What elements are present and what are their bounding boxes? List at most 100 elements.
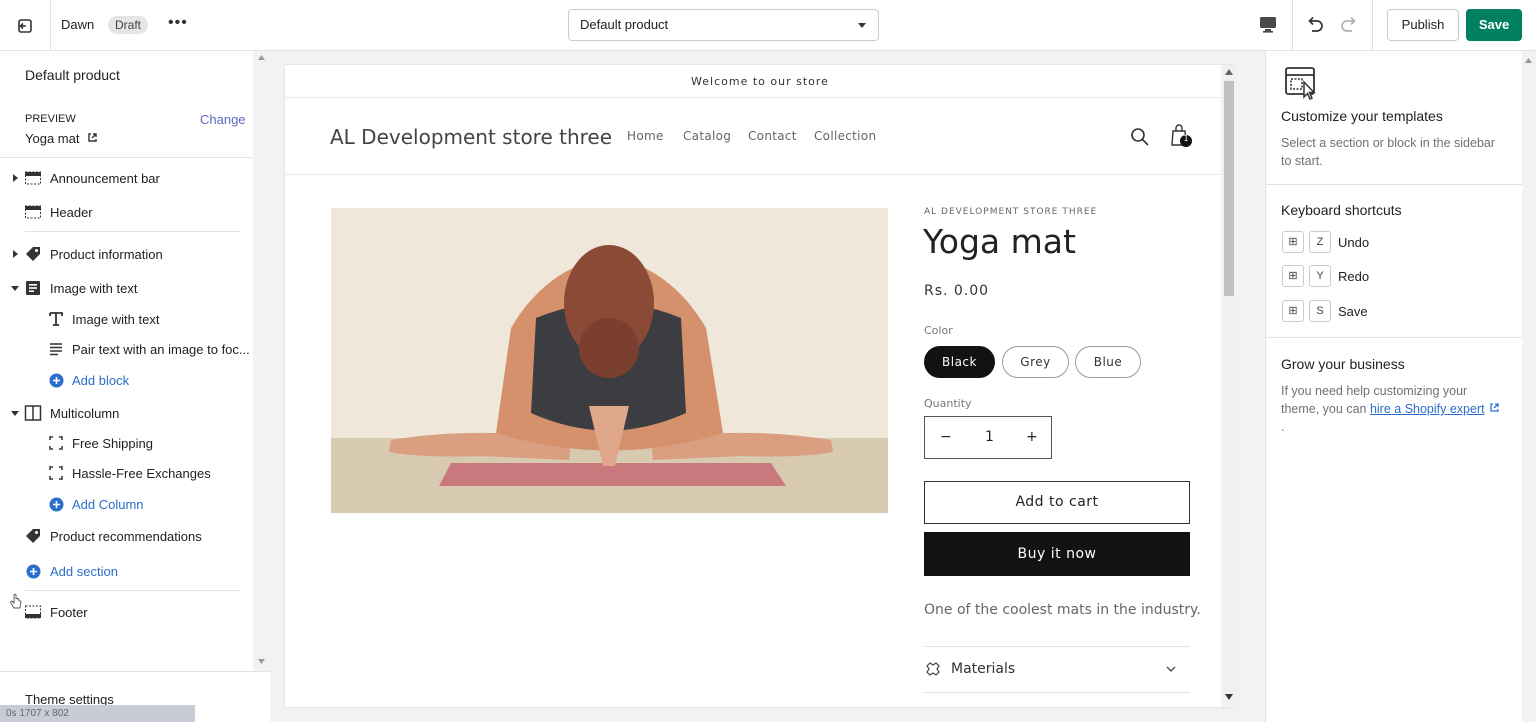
columns-icon (24, 405, 42, 421)
nav-link-contact[interactable]: Contact (748, 129, 797, 143)
redo-icon[interactable] (1338, 13, 1360, 35)
tag-icon (24, 528, 42, 544)
hire-expert-link[interactable]: hire a Shopify expert (1370, 402, 1485, 416)
block-text[interactable]: Pair text with an image to foc... (0, 336, 252, 362)
divider (1372, 0, 1373, 51)
color-option-grey[interactable]: Grey (1002, 346, 1069, 378)
grow-title: Grow your business (1281, 356, 1405, 372)
add-block-label: Add block (72, 372, 130, 388)
scroll-up-icon[interactable] (1225, 69, 1233, 75)
plus-circle-icon (24, 563, 42, 579)
materials-accordion[interactable]: Materials (924, 659, 1190, 681)
announcement-bar[interactable]: Welcome to our store (285, 65, 1235, 98)
status-badge: Draft (108, 16, 149, 34)
product-image[interactable] (331, 208, 888, 513)
section-label: Header (50, 204, 93, 220)
ctrl-key-icon: ⊞ (1282, 300, 1304, 322)
cart-button[interactable]: 1 (1169, 123, 1195, 149)
preview-product[interactable]: Yoga mat (25, 131, 98, 146)
quantity-decrease-button[interactable]: − (940, 429, 952, 445)
exit-icon (18, 18, 32, 33)
color-option-black[interactable]: Black (924, 346, 995, 378)
scroll-up-icon[interactable] (258, 55, 265, 60)
store-logo-text[interactable]: AL Development store three (330, 125, 612, 149)
chevron-down-icon (1166, 666, 1176, 672)
template-select-value: Default product (580, 17, 669, 32)
section-header[interactable]: Header (0, 199, 252, 225)
nav-link-home[interactable]: Home (627, 129, 664, 143)
scroll-down-icon[interactable] (1225, 694, 1233, 700)
key-z: Z (1309, 231, 1331, 253)
theme-name: Dawn (61, 17, 95, 32)
block-column[interactable]: Hassle-Free Exchanges (0, 460, 252, 486)
more-actions-button[interactable]: ••• (168, 14, 188, 32)
add-block-button[interactable]: Add block (0, 367, 252, 393)
product-description: One of the coolest mats in the industry. (924, 602, 1201, 618)
nav-link-catalog[interactable]: Catalog (683, 129, 731, 143)
color-option-blue[interactable]: Blue (1075, 346, 1141, 378)
add-section-button[interactable]: Add section (0, 558, 252, 584)
customize-title: Customize your templates (1281, 108, 1443, 124)
shopping-bag-icon (1171, 124, 1192, 147)
section-product-information[interactable]: Product information (0, 241, 252, 267)
collapse-arrow-icon[interactable] (11, 285, 19, 291)
expand-arrow-icon[interactable] (13, 250, 18, 258)
block-column[interactable]: Free Shipping (0, 430, 252, 456)
sidebar-scrollbar[interactable] (253, 51, 270, 671)
color-label: Color (924, 324, 953, 337)
preview-scrollbar[interactable] (1221, 65, 1237, 707)
external-link-icon (1489, 403, 1499, 412)
buy-now-button[interactable]: Buy it now (924, 532, 1190, 576)
preview-product-name: Yoga mat (25, 131, 80, 146)
add-to-cart-button[interactable]: Add to cart (924, 481, 1190, 524)
section-label: Product recommendations (50, 528, 202, 544)
product-vendor: AL DEVELOPMENT STORE THREE (924, 207, 1098, 217)
top-bar: Dawn Draft ••• Default product Publish S… (0, 0, 1536, 51)
desktop-icon[interactable] (1257, 13, 1279, 35)
recorder-overlay-text: 0s 1707 x 802 (6, 708, 69, 719)
key-s: S (1309, 300, 1331, 322)
section-image-with-text[interactable]: Image with text (0, 275, 252, 301)
section-multicolumn[interactable]: Multicolumn (0, 400, 252, 426)
section-product-recommendations[interactable]: Product recommendations (0, 523, 252, 549)
shortcut-save-label: Save (1338, 304, 1368, 319)
divider (1292, 0, 1293, 51)
quantity-input[interactable]: 1 (985, 429, 994, 445)
section-footer[interactable]: Footer (0, 599, 252, 625)
divider (25, 590, 240, 591)
storefront-preview[interactable]: Welcome to our store AL Development stor… (285, 65, 1235, 707)
expand-arrow-icon[interactable] (13, 174, 18, 182)
announcement-bar-icon (24, 170, 42, 186)
add-section-label: Add section (50, 563, 118, 579)
publish-button[interactable]: Publish (1387, 9, 1459, 41)
sidebar-title: Default product (25, 67, 120, 83)
block-heading[interactable]: Image with text (0, 306, 252, 332)
collapse-arrow-icon[interactable] (11, 410, 19, 416)
change-preview-link[interactable]: Change (200, 112, 246, 127)
scrollbar-thumb[interactable] (1224, 81, 1234, 296)
block-frame-icon (47, 465, 65, 481)
section-announcement-bar[interactable]: Announcement bar (0, 165, 252, 191)
save-button[interactable]: Save (1466, 9, 1522, 41)
scroll-down-icon[interactable] (258, 659, 265, 664)
quantity-increase-button[interactable]: + (1026, 429, 1038, 445)
section-label: Product information (50, 246, 163, 262)
grow-text-after: . (1281, 420, 1285, 434)
sections-sidebar: Default product PREVIEW Change Yoga mat … (0, 51, 270, 722)
exit-button[interactable] (0, 0, 51, 51)
search-icon[interactable] (1130, 127, 1150, 147)
header-divider (285, 174, 1235, 175)
text-lines-icon (47, 341, 65, 357)
divider (1266, 184, 1523, 185)
scroll-up-icon[interactable] (1525, 58, 1532, 63)
footer-layout-icon (24, 604, 42, 620)
image-with-text-icon (24, 280, 42, 296)
nav-link-collection[interactable]: Collection (814, 129, 876, 143)
settings-panel-scrollbar[interactable] (1522, 51, 1536, 722)
add-column-button[interactable]: Add Column (0, 491, 252, 517)
quantity-stepper[interactable]: − 1 + (924, 416, 1052, 459)
template-select[interactable]: Default product (568, 9, 879, 41)
undo-icon[interactable] (1304, 13, 1326, 35)
product-title: Yoga mat (923, 222, 1076, 261)
block-label: Hassle-Free Exchanges (72, 465, 211, 481)
